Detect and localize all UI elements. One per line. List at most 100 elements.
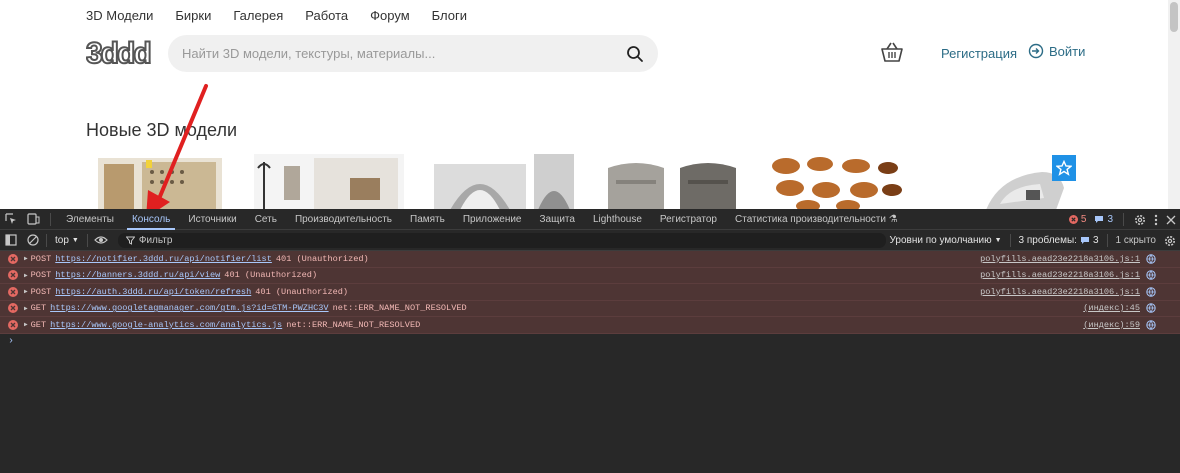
expand-triangle-icon[interactable]: ▶ bbox=[24, 255, 28, 262]
tab-memory[interactable]: Память bbox=[401, 209, 454, 230]
error-icon bbox=[8, 253, 18, 264]
page-scrollbar[interactable] bbox=[1168, 0, 1180, 209]
nav-gallery[interactable]: Галерея bbox=[233, 8, 283, 23]
tab-console[interactable]: Консоль bbox=[123, 209, 179, 230]
clear-console-icon[interactable] bbox=[22, 230, 44, 251]
nav-blogs[interactable]: Блоги bbox=[432, 8, 467, 23]
info-count: 3 bbox=[1107, 214, 1113, 225]
dropdown-arrow-icon: ▼ bbox=[71, 236, 79, 244]
tab-recorder[interactable]: Регистратор bbox=[651, 209, 726, 230]
source-link[interactable]: polyfills.aead23e2218a3106.js:1 bbox=[980, 287, 1140, 297]
request-url-link[interactable]: https://www.google-analytics.com/analyti… bbox=[50, 320, 282, 330]
model-thumbnail[interactable] bbox=[602, 154, 742, 209]
cart-icon[interactable] bbox=[879, 40, 905, 64]
model-thumbnail[interactable] bbox=[96, 154, 226, 209]
devtools-panel: Элементы Консоль Источники Сеть Производ… bbox=[0, 209, 1180, 473]
tab-application[interactable]: Приложение bbox=[454, 209, 531, 230]
tab-elements[interactable]: Элементы bbox=[57, 209, 123, 230]
error-message: 401 (Unauthorized) bbox=[255, 286, 349, 297]
login-link[interactable]: Войти bbox=[1028, 43, 1085, 59]
error-message: 401 (Unauthorized) bbox=[275, 253, 369, 264]
source-link[interactable]: (индекс):59 bbox=[1083, 320, 1140, 330]
nav-forum[interactable]: Форум bbox=[370, 8, 410, 23]
message-icon bbox=[1080, 237, 1089, 244]
error-icon bbox=[8, 303, 18, 314]
expand-triangle-icon[interactable]: ▶ bbox=[24, 305, 28, 312]
top-nav: 3D Модели Бирки Галерея Работа Форум Бло… bbox=[86, 8, 489, 23]
search-bar[interactable] bbox=[168, 35, 658, 72]
source-link[interactable]: polyfills.aead23e2218a3106.js:1 bbox=[980, 270, 1140, 280]
inspect-element-icon[interactable] bbox=[0, 209, 22, 230]
error-message: net::ERR_NAME_NOT_RESOLVED bbox=[286, 319, 421, 330]
hidden-messages-count: 1 скрыто bbox=[1115, 235, 1157, 246]
filter-icon bbox=[125, 236, 135, 245]
network-globe-icon[interactable] bbox=[1146, 303, 1156, 313]
site-logo[interactable]: 3ddd bbox=[86, 36, 152, 70]
login-label: Войти bbox=[1049, 43, 1086, 59]
log-levels-label: Уровни по умолчанию bbox=[889, 235, 992, 246]
live-expression-eye-icon[interactable] bbox=[90, 230, 112, 251]
svg-text:3ddd: 3ddd bbox=[86, 37, 150, 70]
console-filter-input[interactable]: Фильтр bbox=[117, 232, 886, 248]
issues-label: 3 проблемы: bbox=[1018, 235, 1077, 246]
tab-network[interactable]: Сеть bbox=[246, 209, 286, 230]
more-options-icon[interactable] bbox=[1154, 214, 1158, 226]
tab-lighthouse[interactable]: Lighthouse bbox=[584, 209, 651, 230]
error-count-badge[interactable]: 5 bbox=[1068, 214, 1087, 225]
prompt-chevron-icon: › bbox=[8, 336, 15, 347]
log-levels-dropdown[interactable]: Уровни по умолчанию ▼ bbox=[890, 235, 1002, 246]
console-error-row[interactable]: ▶ GET https://www.google-analytics.com/a… bbox=[0, 317, 1180, 334]
request-url-link[interactable]: https://banners.3ddd.ru/api/view bbox=[55, 270, 220, 280]
network-globe-icon[interactable] bbox=[1146, 287, 1156, 297]
console-error-row[interactable]: ▶ POST https://auth.3ddd.ru/api/token/re… bbox=[0, 284, 1180, 301]
tab-performance-insights[interactable]: Статистика производительности ⚗ bbox=[726, 209, 907, 230]
nav-3d-models[interactable]: 3D Модели bbox=[86, 8, 153, 23]
console-toolbar-right: Уровни по умолчанию ▼ 3 проблемы: 3 1 ск… bbox=[890, 230, 1177, 251]
settings-gear-icon[interactable] bbox=[1134, 214, 1146, 226]
request-url-link[interactable]: https://www.googletagmanager.com/gtm.js?… bbox=[50, 303, 328, 313]
request-method: POST bbox=[30, 253, 52, 264]
info-count-badge[interactable]: 3 bbox=[1094, 214, 1113, 225]
request-url-link[interactable]: https://auth.3ddd.ru/api/token/refresh bbox=[55, 287, 251, 297]
expand-triangle-icon[interactable]: ▶ bbox=[24, 272, 28, 279]
expand-triangle-icon[interactable]: ▶ bbox=[24, 321, 28, 328]
star-icon bbox=[1056, 160, 1072, 176]
search-icon[interactable] bbox=[626, 45, 644, 63]
nav-tags[interactable]: Бирки bbox=[175, 8, 211, 23]
issues-counter[interactable]: 3 проблемы: 3 bbox=[1019, 235, 1099, 246]
model-thumbnail[interactable] bbox=[768, 154, 908, 209]
error-count: 5 bbox=[1080, 214, 1087, 225]
source-link[interactable]: (индекс):45 bbox=[1083, 303, 1140, 313]
model-thumbnail[interactable] bbox=[254, 154, 404, 209]
issues-count: 3 bbox=[1092, 235, 1099, 246]
console-toolbar: top ▼ Фильтр Уровни по умолчанию ▼ 3 про… bbox=[0, 230, 1180, 251]
devtools-tabbar-right: 5 3 bbox=[1068, 209, 1176, 230]
console-error-row[interactable]: ▶ POST https://banners.3ddd.ru/api/view … bbox=[0, 267, 1180, 284]
source-link[interactable]: polyfills.aead23e2218a3106.js:1 bbox=[980, 254, 1140, 264]
tab-sources[interactable]: Источники bbox=[179, 209, 245, 230]
console-prompt[interactable]: › bbox=[0, 334, 1180, 350]
console-error-row[interactable]: ▶ POST https://notifier.3ddd.ru/api/noti… bbox=[0, 251, 1180, 268]
sidebar-toggle-icon[interactable] bbox=[0, 230, 22, 251]
model-thumbnails bbox=[96, 154, 1086, 209]
model-thumbnail[interactable] bbox=[430, 154, 576, 209]
request-method: POST bbox=[30, 270, 52, 281]
nav-jobs[interactable]: Работа bbox=[305, 8, 348, 23]
tab-security[interactable]: Защита bbox=[531, 209, 584, 230]
context-label: top bbox=[55, 234, 69, 246]
network-globe-icon[interactable] bbox=[1146, 270, 1156, 280]
device-toolbar-icon[interactable] bbox=[22, 209, 44, 230]
network-globe-icon[interactable] bbox=[1146, 320, 1156, 330]
favorite-star-badge[interactable] bbox=[1052, 155, 1076, 181]
tab-performance[interactable]: Производительность bbox=[286, 209, 401, 230]
request-url-link[interactable]: https://notifier.3ddd.ru/api/notifier/li… bbox=[55, 254, 272, 264]
search-input[interactable] bbox=[182, 46, 626, 61]
expand-triangle-icon[interactable]: ▶ bbox=[24, 288, 28, 295]
console-error-row[interactable]: ▶ GET https://www.googletagmanager.com/g… bbox=[0, 300, 1180, 317]
network-globe-icon[interactable] bbox=[1146, 254, 1156, 264]
console-settings-gear-icon[interactable] bbox=[1164, 235, 1176, 247]
section-title: Новые 3D модели bbox=[86, 120, 237, 140]
close-devtools-icon[interactable] bbox=[1166, 215, 1176, 225]
context-selector[interactable]: top ▼ bbox=[49, 235, 85, 246]
register-link[interactable]: Регистрация bbox=[941, 46, 1017, 61]
